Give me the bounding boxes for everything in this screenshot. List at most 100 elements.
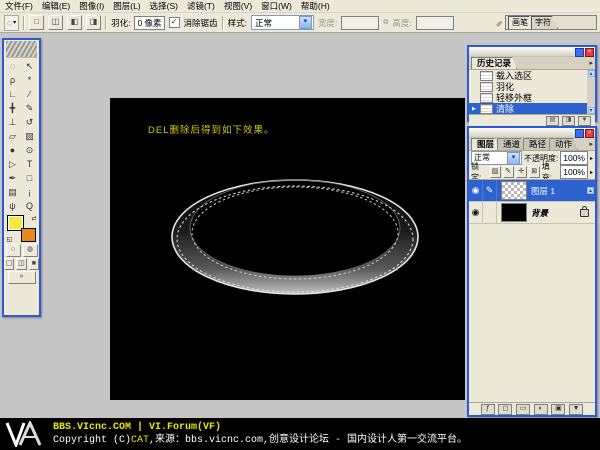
menu-edit[interactable]: 编辑(E): [42, 0, 70, 12]
selection-mode-add-button[interactable]: ◫: [48, 15, 63, 30]
selection-mode-intersect-button[interactable]: ◨: [86, 15, 101, 30]
shape-tool[interactable]: □: [22, 171, 38, 185]
minimize-icon[interactable]: [575, 48, 584, 57]
brush-tool[interactable]: ✎: [22, 101, 38, 115]
selection-mode-new-button[interactable]: □: [29, 15, 44, 30]
delete-layer-button[interactable]: ▼: [569, 404, 583, 415]
scroll-down-icon[interactable]: ▾: [588, 107, 595, 114]
menu-filter[interactable]: 滤镜(T): [187, 0, 215, 12]
fill-slider-icon[interactable]: ▸: [590, 169, 593, 176]
brush-palette-icon[interactable]: ✐: [496, 19, 503, 30]
notes-tool[interactable]: ▤: [5, 185, 21, 199]
tab-brushes[interactable]: 画笔: [508, 16, 535, 29]
eraser-tool[interactable]: ▱: [5, 129, 21, 143]
elliptical-marquee-tool[interactable]: ◌: [5, 59, 21, 73]
visibility-eye-icon[interactable]: ◉: [469, 202, 483, 223]
gradient-tool[interactable]: ▨: [22, 129, 38, 143]
lock-pixels-icon[interactable]: ✎: [503, 166, 514, 178]
quick-mask-mode-button[interactable]: ◍: [23, 244, 38, 257]
move-tool[interactable]: ↖: [22, 59, 38, 73]
document-canvas[interactable]: DEL删除后得到如下效果。: [110, 98, 465, 400]
link-cell[interactable]: [483, 202, 497, 223]
zoom-tool[interactable]: Q: [22, 199, 38, 213]
selection-mode-subtract-button[interactable]: ◧: [67, 15, 82, 30]
pen-tool[interactable]: ✒: [5, 171, 21, 185]
layer-thumbnail[interactable]: [501, 203, 527, 222]
tab-paths[interactable]: 路径: [523, 138, 552, 150]
layer-row-selected[interactable]: ◉ ✎ 图层 1 ▴: [469, 180, 595, 202]
menu-image[interactable]: 图像(I): [79, 0, 104, 12]
slice-tool[interactable]: ∕: [22, 87, 38, 101]
magic-wand-tool[interactable]: *: [22, 73, 38, 87]
layer-thumbnail[interactable]: [501, 181, 527, 200]
history-brush-tool[interactable]: ↺: [22, 115, 38, 129]
menu-layer[interactable]: 图层(L): [113, 0, 140, 12]
fullscreen-menu-button[interactable]: ◫: [16, 258, 26, 270]
feather-input[interactable]: 0 像素: [134, 16, 164, 30]
new-layer-button[interactable]: ▣: [551, 404, 565, 415]
history-item[interactable]: ▫ 轻移外框: [469, 92, 595, 103]
blur-tool[interactable]: ●: [5, 143, 21, 157]
new-document-from-state-button[interactable]: ▤: [546, 116, 559, 126]
standard-mode-button[interactable]: ○: [6, 244, 21, 257]
tool-preset-picker[interactable]: ◌ ▾: [4, 15, 19, 31]
lock-all-icon[interactable]: ⊠: [529, 166, 540, 178]
tab-history[interactable]: 历史记录: [471, 57, 517, 69]
layer-row-background[interactable]: ◉ 背景: [469, 202, 595, 224]
delete-state-button[interactable]: ▼: [578, 116, 591, 126]
close-icon[interactable]: ×: [585, 129, 594, 138]
menu-window[interactable]: 窗口(W): [261, 0, 292, 12]
tab-layers[interactable]: 图层: [471, 138, 500, 150]
history-source-box[interactable]: ▫: [472, 84, 477, 90]
layer-name[interactable]: 图层 1: [531, 185, 587, 197]
visibility-eye-icon[interactable]: ◉: [469, 180, 483, 201]
add-mask-button[interactable]: ◻: [498, 404, 512, 415]
edit-in-imageready-button[interactable]: »: [8, 271, 36, 284]
fill-input[interactable]: 100%: [560, 165, 588, 179]
tab-channels[interactable]: 通道: [497, 138, 526, 150]
lock-transparency-icon[interactable]: ▨: [490, 166, 501, 178]
style-dropdown[interactable]: 正常 ▾: [251, 15, 314, 30]
scroll-up-icon[interactable]: ▴: [587, 187, 594, 194]
fullscreen-button[interactable]: ■: [29, 258, 39, 270]
close-icon[interactable]: ×: [585, 48, 594, 57]
menu-select[interactable]: 选择(S): [150, 0, 178, 12]
minimize-icon[interactable]: [575, 129, 584, 138]
path-selection-tool[interactable]: ▷: [5, 157, 21, 171]
adjustment-layer-button[interactable]: ◐: [534, 404, 548, 415]
lasso-tool[interactable]: ρ: [5, 73, 21, 87]
history-source-box[interactable]: ▫: [472, 73, 477, 79]
healing-brush-tool[interactable]: ╋: [5, 101, 21, 115]
layers-panel-titlebar[interactable]: ×: [469, 128, 595, 138]
crop-tool[interactable]: ∟: [5, 87, 21, 101]
eyedropper-tool[interactable]: ¡: [22, 185, 38, 199]
hand-tool[interactable]: ψ: [5, 199, 21, 213]
panel-menu-icon[interactable]: ▸: [589, 140, 593, 148]
menu-view[interactable]: 视图(V): [224, 0, 252, 12]
antialias-checkbox[interactable]: ✓: [169, 17, 180, 28]
menu-file[interactable]: 文件(F): [5, 0, 33, 12]
new-group-button[interactable]: ▭: [516, 404, 530, 415]
tab-character[interactable]: 字符: [531, 16, 558, 29]
opacity-slider-icon[interactable]: ▸: [590, 155, 593, 162]
history-scrollbar[interactable]: ▴ ▾: [587, 70, 595, 114]
type-tool[interactable]: T: [22, 157, 38, 171]
history-item[interactable]: ▫ 载入选区: [469, 70, 595, 81]
layer-style-button[interactable]: ƒ: [481, 404, 495, 415]
history-source-box[interactable]: ▫: [472, 95, 477, 101]
menu-help[interactable]: 帮助(H): [301, 0, 330, 12]
history-item-selected[interactable]: ▶ 清除: [469, 103, 595, 114]
new-snapshot-button[interactable]: ◨: [562, 116, 575, 126]
history-panel-titlebar[interactable]: ×: [469, 47, 595, 57]
background-color-swatch[interactable]: [21, 228, 36, 242]
panel-menu-icon[interactable]: ▸: [589, 59, 593, 67]
swap-colors-icon[interactable]: ⇄: [31, 215, 36, 222]
scroll-up-icon[interactable]: ▴: [588, 70, 595, 77]
dodge-tool[interactable]: ⊙: [22, 143, 38, 157]
lock-position-icon[interactable]: ✛: [516, 166, 527, 178]
clone-stamp-tool[interactable]: ⊥: [5, 115, 21, 129]
layer-name[interactable]: 背景: [531, 207, 580, 219]
opacity-input[interactable]: 100%: [560, 151, 588, 165]
standard-screen-button[interactable]: ▢: [4, 258, 14, 270]
default-colors-icon[interactable]: ◱: [7, 237, 14, 243]
